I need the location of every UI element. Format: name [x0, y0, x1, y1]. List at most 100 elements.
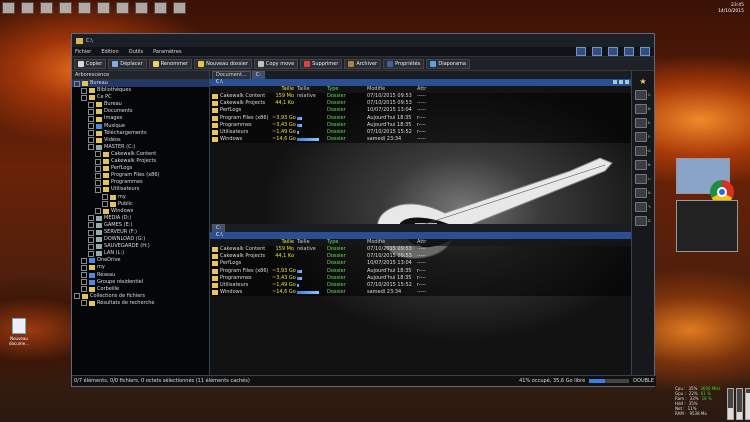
tree-item[interactable]: Bureau — [72, 101, 209, 108]
expand-icon[interactable] — [81, 272, 87, 279]
col-name[interactable] — [210, 86, 272, 93]
file-row[interactable]: Windows ~14,6 Go Dossier samedi 23:34 ----- — [210, 289, 631, 297]
favorites-star-icon[interactable]: ★ — [639, 77, 646, 86]
expand-icon[interactable] — [81, 94, 87, 101]
expand-icon[interactable] — [88, 101, 94, 108]
expand-icon[interactable] — [88, 215, 94, 222]
title-bar[interactable]: C:\ — [72, 34, 654, 47]
app-icon[interactable] — [97, 2, 110, 14]
expand-icon[interactable] — [95, 186, 101, 193]
drive-button[interactable]: X: — [634, 188, 651, 198]
col-attr[interactable]: Attr — [417, 86, 437, 93]
expand-icon[interactable] — [102, 194, 108, 201]
tree-item[interactable]: Résultats de recherche — [72, 300, 209, 307]
menu-outils[interactable]: Outils — [129, 49, 143, 55]
file-row[interactable]: Cakewalk Projects 44,1 Ko Dossier 07/10/201… — [210, 253, 631, 261]
nav-icon[interactable] — [625, 80, 629, 84]
tree-item[interactable]: Bibliothèques — [72, 87, 209, 94]
tab-documents[interactable]: Document... — [212, 71, 251, 79]
app-icon[interactable] — [2, 2, 15, 14]
settings-icon[interactable] — [640, 47, 650, 56]
tree-item[interactable]: Windows — [72, 208, 209, 215]
toolbar-button[interactable]: Supprimer — [300, 58, 343, 69]
col-modified[interactable]: Modifié — [367, 239, 417, 246]
tree-item[interactable]: Documents — [72, 108, 209, 115]
file-row[interactable]: Programmes ~3,43 Go Dossier Aujourd'hui 18:… — [210, 121, 631, 129]
toolbar-button[interactable]: Déplacer — [108, 58, 147, 69]
expand-icon[interactable] — [81, 279, 87, 286]
drive-button[interactable]: E: — [634, 118, 651, 128]
col-type[interactable]: Type — [327, 239, 367, 246]
app-icon[interactable] — [40, 2, 53, 14]
tree-item[interactable]: Images — [72, 115, 209, 123]
tree-item[interactable]: OneDrive — [72, 257, 209, 264]
drive-button[interactable]: F: — [635, 132, 651, 142]
col-rel[interactable]: Taille relative — [294, 239, 327, 252]
tree-item[interactable]: Cakewalk Projects — [72, 158, 209, 165]
expand-icon[interactable] — [88, 137, 94, 144]
drive-button[interactable]: L: — [634, 174, 651, 184]
expand-icon[interactable] — [88, 130, 94, 137]
file-row[interactable]: Program Files (x86) ~3,93 Go Dossier Aujour… — [210, 114, 631, 122]
toolbar-button[interactable]: Renommer — [148, 58, 193, 69]
app-icon[interactable] — [21, 2, 34, 14]
tree-item[interactable]: Public — [72, 201, 209, 208]
toolbar-button[interactable]: Copier — [74, 58, 107, 69]
tree-item[interactable]: Corbeille — [72, 286, 209, 293]
path-bar[interactable]: C:\ — [210, 79, 631, 86]
tree-item[interactable]: DOWNLOAD (G:) — [72, 236, 209, 243]
drive-button[interactable]: D: — [634, 104, 651, 114]
tree-item[interactable]: LAN (L:) — [72, 250, 209, 257]
tree-item[interactable]: SERVEUR (F:) — [72, 229, 209, 236]
tree-item[interactable]: Collections de fichiers — [72, 293, 209, 300]
tree-item[interactable]: Cakewalk Content — [72, 151, 209, 158]
tree-item[interactable]: Groupe résidentiel — [72, 279, 209, 286]
drive-button[interactable]: Z: — [634, 216, 651, 226]
tree-item[interactable]: Réseau — [72, 272, 209, 279]
expand-icon[interactable] — [88, 229, 94, 236]
expand-icon[interactable] — [95, 151, 101, 158]
app-icon[interactable] — [154, 2, 167, 14]
tree-item[interactable]: Bureau — [72, 80, 209, 88]
expand-icon[interactable] — [88, 236, 94, 243]
tree-item[interactable]: my — [72, 194, 209, 201]
expand-icon[interactable] — [74, 80, 80, 87]
drive-button[interactable]: C: — [634, 90, 651, 100]
expand-icon[interactable] — [88, 144, 94, 151]
lower-path-bar[interactable]: C:\ — [210, 232, 631, 239]
file-row[interactable]: PerfLogs Dossier 10/07/2015 13:04 ----- — [210, 260, 631, 268]
col-rel[interactable]: Taille relative — [294, 86, 327, 99]
tree-item[interactable]: MEDIA (D:) — [72, 215, 209, 222]
expand-icon[interactable] — [81, 257, 87, 264]
col-type[interactable]: Type — [327, 86, 367, 93]
toolbar-button[interactable]: Archiver — [344, 58, 382, 69]
expand-icon[interactable] — [81, 87, 87, 94]
layout-icon[interactable] — [608, 47, 618, 56]
file-row[interactable]: Utilisateurs ~1,49 Go Dossier 07/10/2015 15… — [210, 128, 631, 137]
nav-icon[interactable] — [619, 80, 623, 84]
expand-icon[interactable] — [88, 116, 94, 123]
expand-icon[interactable] — [74, 293, 80, 300]
tree-item[interactable]: Programmes — [72, 179, 209, 186]
tree-item[interactable]: Program Files (x86) — [72, 172, 209, 179]
tree-item[interactable]: MASTER (C:) — [72, 144, 209, 151]
app-icon[interactable] — [173, 2, 186, 14]
drive-button[interactable]: H: — [634, 160, 651, 170]
expand-icon[interactable] — [81, 264, 87, 271]
layout-icon[interactable] — [592, 47, 602, 56]
menu-parametres[interactable]: Paramètres — [153, 49, 182, 55]
app-icon[interactable] — [78, 2, 91, 14]
help-icon[interactable] — [624, 47, 634, 56]
tree-item[interactable]: SAUVEGARDE (H:) — [72, 243, 209, 250]
window-thumbnail[interactable] — [676, 200, 738, 252]
expand-icon[interactable] — [81, 300, 87, 307]
tree-item[interactable]: Utilisateurs — [72, 186, 209, 193]
layout-icon[interactable] — [576, 47, 586, 56]
expand-icon[interactable] — [88, 123, 94, 130]
toolbar-button[interactable]: Propriétés — [383, 58, 425, 69]
tab-c-drive[interactable]: C: — [251, 71, 265, 79]
tree-item[interactable]: Ce PC — [72, 94, 209, 101]
drive-button[interactable]: Y: — [635, 202, 651, 212]
file-row[interactable]: Utilisateurs ~1,49 Go Dossier 07/10/2015 15… — [210, 281, 631, 290]
menu-fichier[interactable]: Fichier — [75, 49, 91, 55]
